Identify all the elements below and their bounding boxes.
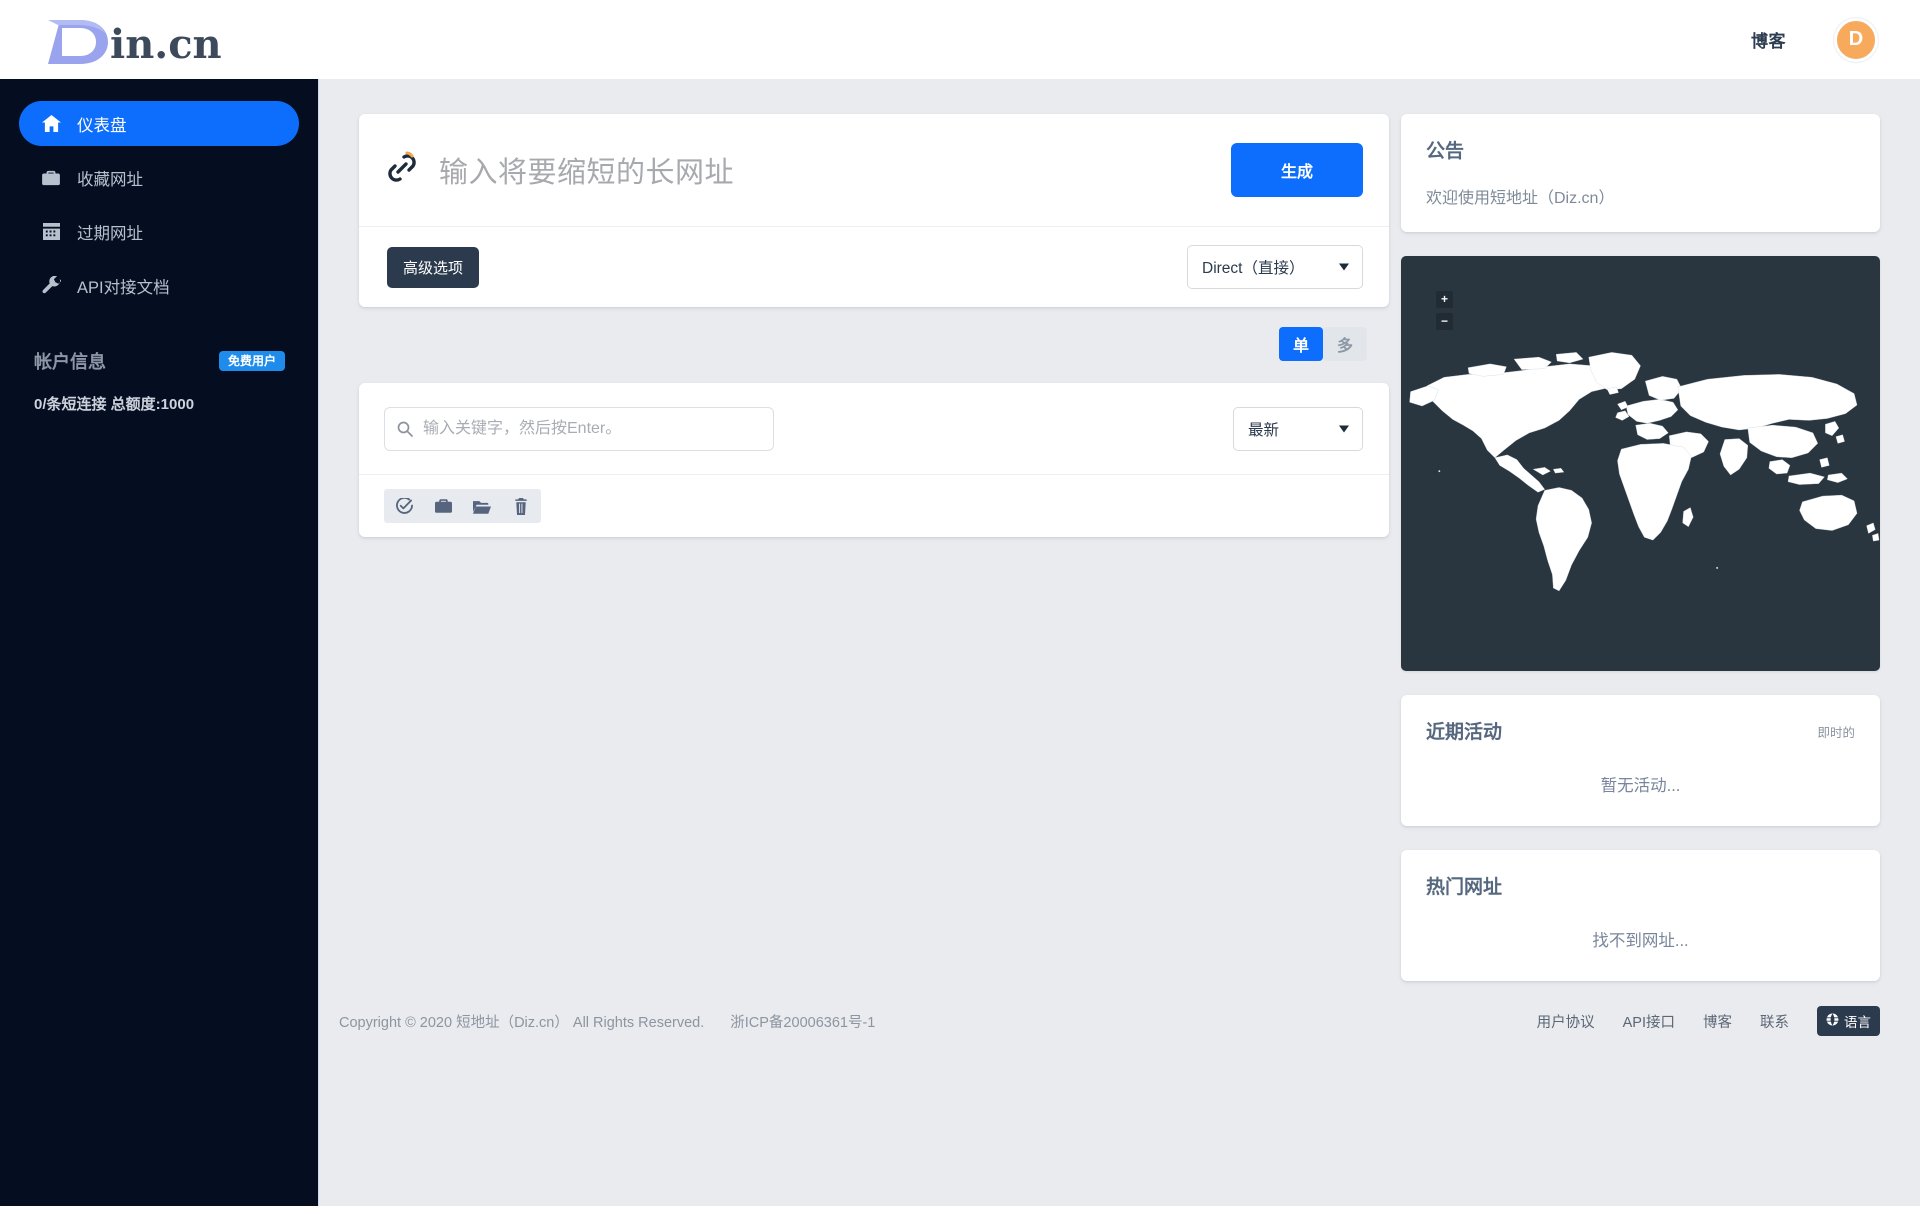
generate-button[interactable]: 生成	[1231, 143, 1363, 197]
sidebar-item-label: 仪表盘	[77, 112, 127, 136]
briefcase-icon	[41, 170, 61, 186]
mode-toggle-wrap: 单 多	[359, 327, 1389, 361]
tab-multi[interactable]: 多	[1323, 327, 1367, 361]
list-toolbar	[359, 475, 1389, 537]
footer-link-terms[interactable]: 用户协议	[1537, 1011, 1595, 1032]
folder-open-icon[interactable]	[472, 495, 492, 517]
footer-links: 用户协议 API接口 博客 联系 语言	[1537, 1006, 1880, 1036]
header-nav: 博客 D	[1751, 18, 1878, 62]
map-zoom-controls: + −	[1436, 291, 1453, 335]
home-icon	[41, 115, 61, 132]
popular-urls-empty: 找不到网址...	[1426, 927, 1855, 951]
link-icon	[387, 151, 417, 190]
language-button[interactable]: 语言	[1817, 1006, 1880, 1036]
options-row: 高级选项 Direct（直接）	[359, 227, 1389, 307]
briefcase-icon[interactable]	[433, 495, 453, 517]
language-label: 语言	[1844, 1011, 1871, 1031]
chevron-down-icon	[1339, 264, 1349, 271]
recent-activity-header: 近期活动 即时的	[1426, 717, 1855, 744]
sort-select[interactable]: 最新	[1233, 407, 1363, 451]
search-input-wrap	[384, 407, 774, 451]
wrench-icon	[41, 276, 61, 295]
announcement-body: 欢迎使用短地址（Diz.cn）	[1426, 184, 1855, 208]
url-input-row: 输入将要缩短的长网址 生成	[359, 114, 1389, 227]
sidebar-item-saved-urls[interactable]: 收藏网址	[19, 155, 299, 200]
footer-link-api[interactable]: API接口	[1623, 1011, 1675, 1032]
sidebar-item-label: 收藏网址	[77, 166, 143, 190]
account-info-header: 帐户信息 免费用户	[19, 348, 299, 374]
url-input-left: 输入将要缩短的长网址	[387, 149, 734, 191]
redirect-type-value: Direct（直接）	[1202, 256, 1304, 278]
sidebar-item-label: 过期网址	[77, 220, 143, 244]
zoom-in-button[interactable]: +	[1436, 291, 1453, 308]
avatar[interactable]: D	[1834, 18, 1878, 62]
announcement-title: 公告	[1426, 136, 1855, 163]
redirect-type-select[interactable]: Direct（直接）	[1187, 245, 1363, 289]
list-action-icons	[384, 489, 541, 523]
search-icon	[397, 421, 413, 437]
account-info-title: 帐户信息	[34, 348, 106, 374]
footer-left: Copyright © 2020 短地址（Diz.cn） All Rights …	[339, 1011, 875, 1032]
sidebar-item-dashboard[interactable]: 仪表盘	[19, 101, 299, 146]
zoom-out-button[interactable]: −	[1436, 313, 1453, 330]
url-list-card: 最新	[359, 383, 1389, 537]
search-input[interactable]	[384, 407, 774, 451]
chevron-down-icon	[1339, 425, 1349, 432]
status-badge: 免费用户	[219, 351, 285, 371]
sidebar-item-expired-urls[interactable]: 过期网址	[19, 209, 299, 254]
logo[interactable]: in.cn	[40, 0, 240, 79]
top-header: in.cn 博客 D	[0, 0, 1920, 79]
header-nav-blog[interactable]: 博客	[1751, 27, 1786, 52]
recent-activity-title: 近期活动	[1426, 717, 1502, 744]
logo-din-cn: in.cn	[40, 14, 240, 66]
footer-link-contact[interactable]: 联系	[1760, 1011, 1789, 1032]
mode-toggle: 单 多	[1279, 327, 1367, 361]
svg-text:in.cn: in.cn	[110, 21, 222, 66]
sort-select-value: 最新	[1248, 418, 1279, 440]
popular-urls-card: 热门网址 找不到网址...	[1401, 850, 1880, 981]
sidebar-item-label: API对接文档	[77, 274, 170, 298]
globe-icon	[1826, 1013, 1839, 1029]
popular-urls-title: 热门网址	[1426, 872, 1855, 899]
recent-activity-subtitle: 即时的	[1817, 717, 1855, 741]
world-map-widget[interactable]: + −	[1401, 256, 1880, 671]
url-input-placeholder[interactable]: 输入将要缩短的长网址	[439, 149, 734, 191]
search-row: 最新	[359, 383, 1389, 475]
recent-activity-empty: 暂无活动...	[1426, 772, 1855, 796]
announcement-card: 公告 欢迎使用短地址（Diz.cn）	[1401, 114, 1880, 232]
footer: Copyright © 2020 短地址（Diz.cn） All Rights …	[319, 985, 1920, 1057]
select-all-icon[interactable]	[394, 495, 414, 517]
recent-activity-card: 近期活动 即时的 暂无活动...	[1401, 695, 1880, 826]
world-map	[1401, 256, 1880, 671]
sidebar: 仪表盘 收藏网址 过期网址 API对接文档 帐户信息 免费用户 0/条短连接 总…	[0, 79, 319, 1206]
trash-icon[interactable]	[511, 495, 531, 517]
calendar-icon	[41, 223, 61, 240]
sidebar-item-api-docs[interactable]: API对接文档	[19, 263, 299, 308]
tab-single[interactable]: 单	[1279, 327, 1323, 361]
footer-icp[interactable]: 浙ICP备20006361号-1	[730, 1011, 875, 1032]
shortener-card: 输入将要缩短的长网址 生成 高级选项 Direct（直接）	[359, 114, 1389, 307]
footer-copyright: Copyright © 2020 短地址（Diz.cn） All Rights …	[339, 1011, 704, 1032]
account-quota: 0/条短连接 总额度:1000	[19, 393, 299, 414]
advanced-options-button[interactable]: 高级选项	[387, 247, 479, 288]
footer-link-blog[interactable]: 博客	[1703, 1011, 1732, 1032]
